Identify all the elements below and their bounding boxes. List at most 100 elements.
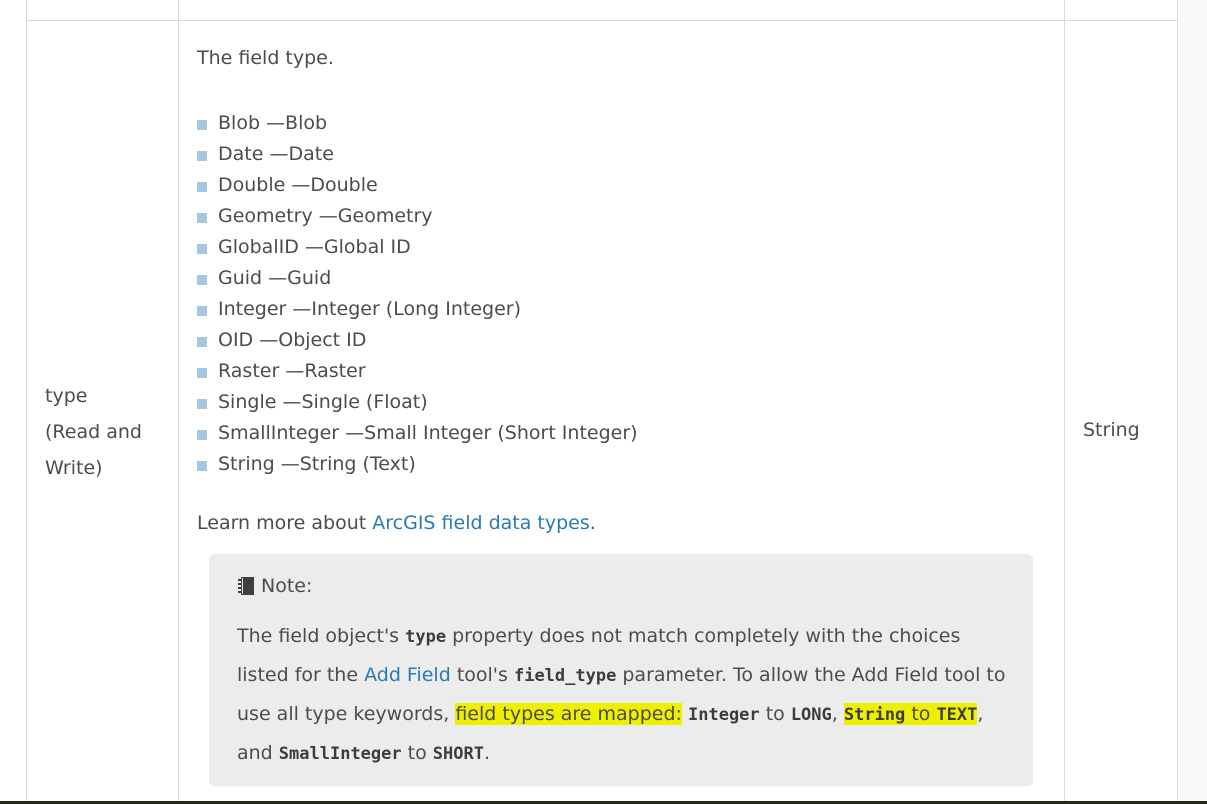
code-integer: Integer bbox=[688, 705, 760, 725]
learn-more-prefix: Learn more about bbox=[197, 512, 373, 534]
field-type-separator: — bbox=[285, 174, 311, 196]
learn-more-suffix: . bbox=[589, 512, 596, 534]
field-type-separator: — bbox=[276, 391, 302, 413]
note-title: Note: bbox=[261, 575, 313, 597]
page-gutter bbox=[1178, 0, 1207, 801]
field-type-separator: — bbox=[286, 298, 312, 320]
field-type-label: Date bbox=[288, 143, 334, 165]
note-text: tool's bbox=[450, 664, 514, 686]
note-box: Note: The field object's type property d… bbox=[209, 554, 1033, 786]
table-row-divider bbox=[26, 20, 1177, 21]
square-bullet-icon bbox=[197, 399, 207, 409]
field-type-key: SmallInteger bbox=[218, 422, 340, 444]
square-bullet-icon bbox=[197, 120, 207, 130]
square-bullet-icon bbox=[197, 461, 207, 471]
field-type-label: String (Text) bbox=[299, 453, 416, 475]
note-text: The field object's bbox=[237, 625, 406, 647]
property-access-cont: Write) bbox=[45, 457, 103, 479]
field-type-key: Double bbox=[218, 174, 286, 196]
field-type-separator: — bbox=[339, 422, 365, 444]
data-type-cell: String bbox=[1083, 419, 1140, 441]
field-type-label: Guid bbox=[287, 267, 332, 289]
field-type-label: Blob bbox=[285, 112, 328, 134]
note-text: to bbox=[401, 742, 433, 764]
field-type-label: Small Integer (Short Integer) bbox=[364, 422, 638, 444]
field-type-item: Raster —Raster bbox=[197, 356, 1047, 387]
field-type-item: Integer —Integer (Long Integer) bbox=[197, 294, 1047, 325]
field-type-key: GlobalID bbox=[218, 236, 299, 258]
field-type-separator: — bbox=[298, 236, 324, 258]
highlighted-mapping: String to TEXT bbox=[843, 703, 978, 725]
square-bullet-icon bbox=[197, 368, 207, 378]
square-bullet-icon bbox=[197, 306, 207, 316]
field-type-key: Raster bbox=[218, 360, 280, 382]
field-type-separator: — bbox=[263, 143, 289, 165]
property-cell: type (Read and Write) bbox=[45, 378, 165, 486]
property-name: type bbox=[45, 385, 88, 407]
field-type-separator: — bbox=[260, 112, 286, 134]
note-text: , bbox=[831, 703, 844, 725]
field-type-item: SmallInteger —Small Integer (Short Integ… bbox=[197, 418, 1047, 449]
field-type-item: Double —Double bbox=[197, 170, 1047, 201]
code-field-type: field_type bbox=[513, 666, 617, 686]
field-type-separator: — bbox=[312, 205, 338, 227]
note-text: . bbox=[483, 742, 491, 764]
code-short: SHORT bbox=[432, 744, 484, 764]
field-type-key: Guid bbox=[218, 267, 263, 289]
field-type-key: String bbox=[218, 453, 275, 475]
description-intro: The field type. bbox=[197, 47, 334, 69]
field-type-key: OID bbox=[218, 329, 254, 351]
square-bullet-icon bbox=[197, 430, 207, 440]
square-bullet-icon bbox=[197, 337, 207, 347]
field-type-separator: — bbox=[262, 267, 288, 289]
learn-more: Learn more about ArcGIS field data types… bbox=[197, 507, 1047, 539]
add-field-link[interactable]: Add Field bbox=[364, 664, 451, 686]
field-type-item: Guid —Guid bbox=[197, 263, 1047, 294]
table-border-left bbox=[26, 0, 27, 801]
note-body: The field object's type property does no… bbox=[237, 617, 1017, 773]
notebook-icon bbox=[237, 576, 255, 596]
field-type-separator: — bbox=[253, 329, 279, 351]
code-string: String bbox=[843, 705, 906, 725]
arcgis-field-data-types-link[interactable]: ArcGIS field data types bbox=[372, 512, 589, 534]
field-type-label: Double bbox=[310, 174, 378, 196]
code-text: TEXT bbox=[936, 705, 978, 725]
field-type-item: Single —Single (Float) bbox=[197, 387, 1047, 418]
square-bullet-icon bbox=[197, 213, 207, 223]
field-type-item: OID —Object ID bbox=[197, 325, 1047, 356]
field-type-key: Integer bbox=[218, 298, 287, 320]
note-text: to bbox=[905, 703, 937, 725]
field-type-item: Geometry —Geometry bbox=[197, 201, 1047, 232]
code-type: type bbox=[405, 627, 447, 647]
field-type-item: GlobalID —Global ID bbox=[197, 232, 1047, 263]
table-border-right bbox=[1177, 0, 1178, 801]
square-bullet-icon bbox=[197, 275, 207, 285]
square-bullet-icon bbox=[197, 151, 207, 161]
table-border-col2 bbox=[1064, 0, 1065, 801]
field-type-separator: — bbox=[279, 360, 305, 382]
code-long: LONG bbox=[790, 705, 832, 725]
field-type-label: Global ID bbox=[323, 236, 411, 258]
note-header: Note: bbox=[237, 572, 312, 600]
field-type-item: Blob —Blob bbox=[197, 108, 1047, 139]
property-access: (Read and bbox=[45, 421, 142, 443]
field-type-label: Object ID bbox=[278, 329, 367, 351]
description-cell: The field type. Blob —Blob Date —Date Doub… bbox=[197, 42, 1047, 539]
table-border-col1 bbox=[178, 0, 179, 801]
field-type-label: Integer (Long Integer) bbox=[311, 298, 521, 320]
square-bullet-icon bbox=[197, 244, 207, 254]
field-type-separator: — bbox=[274, 453, 300, 475]
field-type-item: String —String (Text) bbox=[197, 449, 1047, 480]
field-type-key: Geometry bbox=[218, 205, 313, 227]
field-type-key: Single bbox=[218, 391, 277, 413]
square-bullet-icon bbox=[197, 182, 207, 192]
field-type-label: Single (Float) bbox=[301, 391, 428, 413]
field-type-label: Raster bbox=[304, 360, 366, 382]
field-type-label: Geometry bbox=[337, 205, 433, 227]
highlighted-text: field types are mapped: bbox=[455, 703, 682, 725]
code-smallinteger: SmallInteger bbox=[278, 744, 402, 764]
field-type-key: Date bbox=[218, 143, 264, 165]
note-text: to bbox=[759, 703, 791, 725]
field-type-item: Date —Date bbox=[197, 139, 1047, 170]
field-type-list: Blob —Blob Date —Date Double —Double Geomet… bbox=[197, 108, 1047, 480]
